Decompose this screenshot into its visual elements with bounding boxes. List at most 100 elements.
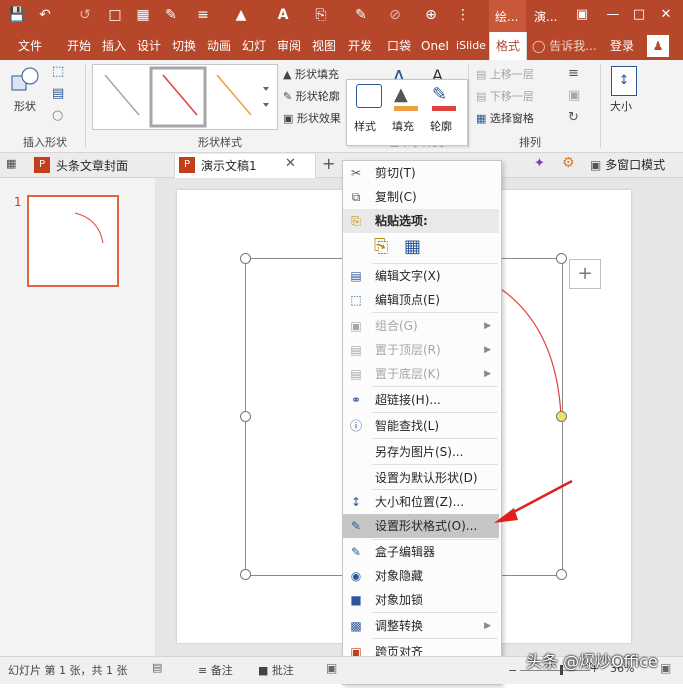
add-tab-icon[interactable]: + xyxy=(322,154,335,173)
tab-design[interactable]: 设计 xyxy=(134,32,164,60)
menu-item-set-default[interactable]: 设置为默认形状(D) xyxy=(343,466,499,490)
menu-item-edit-text[interactable]: ▤ 编辑文字(X) xyxy=(343,264,499,288)
mini-fill-button[interactable]: ▲ 填充 xyxy=(390,84,424,140)
mini-style-button[interactable]: 样式 xyxy=(352,84,386,140)
context-tab-drawing[interactable]: 绘... xyxy=(489,0,526,32)
shape-effect-button[interactable]: ▣ 形状效果 xyxy=(283,110,341,126)
selection-pane-button[interactable]: ▦ 选择窗格 xyxy=(476,110,534,126)
maximize-icon[interactable]: □ xyxy=(626,2,652,28)
magic-icon[interactable]: ✦ xyxy=(534,156,545,171)
tab-view[interactable]: 视图 xyxy=(309,32,339,60)
brush-icon[interactable]: ✎ xyxy=(350,4,372,26)
menu-item-edit-points[interactable]: ⬚ 编辑顶点(E) xyxy=(343,288,499,312)
resize-handle[interactable] xyxy=(240,253,251,264)
zoom-out-icon[interactable]: − xyxy=(508,664,517,677)
textbox-icon[interactable]: ▤ xyxy=(52,86,74,106)
menu-item-size-position[interactable]: ↕ 大小和位置(Z)... xyxy=(343,490,499,514)
menu-item-box-editor[interactable]: ✎ 盒子编辑器 xyxy=(343,540,499,564)
menu-item-format-shape[interactable]: ✎ 设置形状格式(O)... xyxy=(343,514,499,538)
menu-item-lock-object[interactable]: ■ 对象加锁 xyxy=(343,588,499,612)
slide-thumbnail[interactable] xyxy=(27,195,119,287)
tab-file[interactable]: 文件 xyxy=(8,32,52,60)
menu-item-bring-front[interactable]: ▤ 置于顶层(R) ▶ xyxy=(343,338,499,362)
normal-view-icon[interactable]: ▣ xyxy=(326,661,337,675)
size-icon[interactable]: ↕ xyxy=(611,66,637,96)
context-tab-presentation[interactable]: 演... xyxy=(528,0,565,32)
menu-item-hide-object[interactable]: ◉ 对象隐藏 xyxy=(343,564,499,588)
no-icon[interactable]: ⊘ xyxy=(384,4,406,26)
fill-bucket-icon[interactable]: ▲ xyxy=(230,4,252,26)
resize-handle[interactable] xyxy=(556,569,567,580)
comments-button[interactable]: ■ 批注 xyxy=(258,662,294,678)
paste-keep-icon[interactable]: ⎘ xyxy=(374,236,398,260)
align-icon[interactable]: ≡ xyxy=(568,66,579,81)
font-color-icon[interactable]: A xyxy=(272,4,294,26)
notes-button[interactable]: ≡ 备注 xyxy=(198,662,233,678)
menu-item-send-back[interactable]: ▤ 置于底层(K) ▶ xyxy=(343,362,499,386)
clipboard-icon[interactable]: ⎘ xyxy=(310,4,332,26)
more-icon[interactable]: ⋮ xyxy=(452,4,474,26)
doc-tab-cover[interactable]: P 头条文章封面 xyxy=(32,154,172,176)
doc-tab-presentation[interactable]: P 演示文稿1 ✕ xyxy=(174,154,316,178)
undo-icon[interactable]: ↶ xyxy=(34,4,56,26)
eyedropper-icon[interactable]: ✎ xyxy=(160,4,182,26)
shape-fill-button[interactable]: ▲ 形状填充 xyxy=(283,66,339,82)
layout-options-icon[interactable]: + xyxy=(569,259,601,289)
resize-handle[interactable] xyxy=(240,411,251,422)
rotate-icon[interactable]: ↻ xyxy=(568,110,579,125)
redo-icon[interactable]: ↺ xyxy=(74,4,96,26)
multiwindow-button[interactable]: ▣ 多窗口模式 xyxy=(590,156,665,173)
tell-me-box[interactable]: ◯ 告诉我... xyxy=(532,32,597,60)
menu-item-cut[interactable]: ✂ 剪切(T) xyxy=(343,161,499,185)
merge-shapes-icon[interactable]: ○ xyxy=(52,108,74,128)
group-icon[interactable]: ▣ xyxy=(568,88,580,103)
menu-label: 剪切(T) xyxy=(375,166,416,180)
tab-review[interactable]: 审阅 xyxy=(274,32,304,60)
minimize-icon[interactable]: — xyxy=(600,2,626,28)
close-icon[interactable]: ✕ xyxy=(285,156,296,171)
tab-pocket[interactable]: 口袋 xyxy=(384,32,414,60)
align-icon[interactable]: ≡ xyxy=(192,4,214,26)
edit-shape-icon[interactable]: ⬚ xyxy=(52,64,74,84)
shape-style-gallery[interactable] xyxy=(92,64,278,130)
shape-outline-button[interactable]: ✎ 形状轮廓 xyxy=(283,88,340,104)
menu-item-smart-lookup[interactable]: ⓘ 智能查找(L) xyxy=(343,414,499,438)
tab-list-icon[interactable]: ▦ xyxy=(6,157,22,173)
adjust-handle[interactable] xyxy=(556,411,567,422)
close-icon[interactable]: ✕ xyxy=(653,2,679,28)
tab-home[interactable]: 开始 xyxy=(64,32,94,60)
tab-islide[interactable]: iSlide xyxy=(454,32,488,60)
menu-item-adjust-convert[interactable]: ▩ 调整转换 ▶ xyxy=(343,614,499,638)
new-file-icon[interactable]: □ xyxy=(104,4,126,26)
paste-picture-icon[interactable]: ▦ xyxy=(404,236,428,260)
grid-icon[interactable]: ▦ xyxy=(132,4,154,26)
tab-slideshow[interactable]: 幻灯 xyxy=(239,32,269,60)
menu-item-group[interactable]: ▣ 组合(G) ▶ xyxy=(343,314,499,338)
bring-forward-button[interactable]: ▤ 上移一层 xyxy=(476,66,534,82)
menu-item-save-as-picture[interactable]: 另存为图片(S)... xyxy=(343,440,499,464)
gear-icon[interactable]: ⚙ xyxy=(562,155,575,171)
signin-link[interactable]: 登录 xyxy=(606,32,638,60)
tab-onei[interactable]: OneI xyxy=(418,32,452,60)
share-user-icon[interactable]: ♟ xyxy=(647,35,669,57)
tab-developer[interactable]: 开发 xyxy=(344,32,376,60)
mini-outline-button[interactable]: ✎ 轮廓 xyxy=(428,84,462,140)
shapes-icon[interactable] xyxy=(10,66,42,94)
ribbon-display-icon[interactable]: ▣ xyxy=(569,2,595,28)
resize-handle[interactable] xyxy=(556,253,567,264)
save-icon[interactable]: 💾 xyxy=(6,4,28,26)
tab-format[interactable]: 格式 xyxy=(489,32,527,60)
tab-insert[interactable]: 插入 xyxy=(99,32,129,60)
menu-item-hyperlink[interactable]: ⚭ 超链接(H)... xyxy=(343,388,499,412)
send-backward-button[interactable]: ▤ 下移一层 xyxy=(476,88,534,104)
fit-window-icon[interactable]: ▣ xyxy=(660,661,671,675)
target-icon[interactable]: ⊕ xyxy=(420,4,442,26)
tab-animations[interactable]: 动画 xyxy=(204,32,234,60)
size-button-label[interactable]: 大小 xyxy=(610,98,632,114)
menu-item-copy[interactable]: ⧉ 复制(C) xyxy=(343,185,499,209)
spellcheck-icon[interactable]: ▤ xyxy=(152,661,162,674)
resize-handle[interactable] xyxy=(240,569,251,580)
tab-transitions[interactable]: 切换 xyxy=(169,32,199,60)
shape-button-label[interactable]: 形状 xyxy=(14,98,36,114)
paste-icon: ⎘ xyxy=(351,214,361,228)
